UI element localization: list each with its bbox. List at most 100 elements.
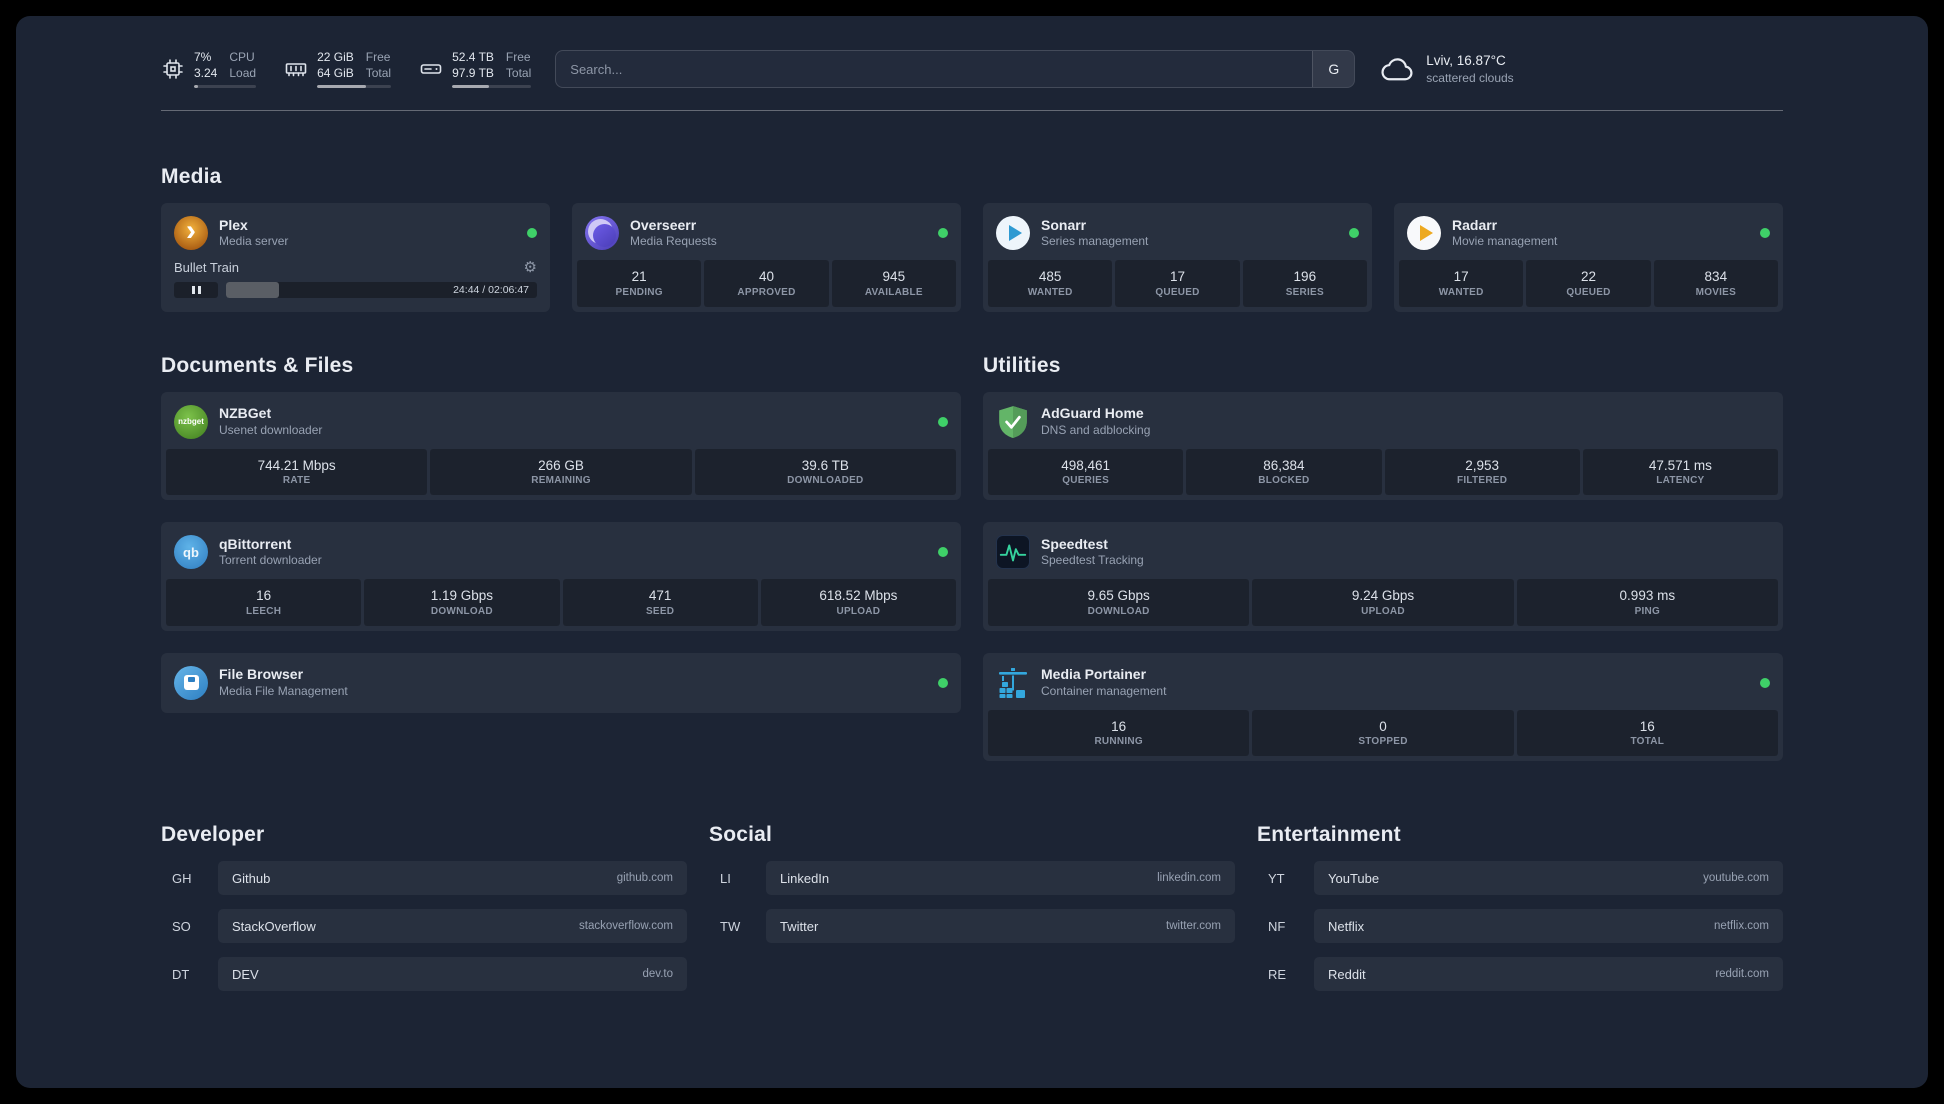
plex-icon <box>174 216 208 251</box>
bookmark-link-youtube[interactable]: YouTube youtube.com <box>1314 861 1783 896</box>
stat-tile: 744.21 Mbps RATE <box>166 448 428 496</box>
stat-tile: 22 QUEUED <box>1526 260 1651 307</box>
cpu-icon <box>161 57 185 81</box>
now-playing-title: Bullet Train <box>174 260 240 276</box>
service-description: Usenet downloader <box>219 422 323 437</box>
service-card-plex[interactable]: Plex Media server Bullet Train ⚙ <box>161 203 550 312</box>
bookmark-row: GH Github github.com <box>161 861 687 896</box>
status-dot <box>1760 228 1770 239</box>
service-card-radarr[interactable]: Radarr Movie management 17 WANTED 22 QUE… <box>1394 203 1783 312</box>
bookmark-link-stackoverflow[interactable]: StackOverflow stackoverflow.com <box>218 909 687 944</box>
cloud-icon <box>1379 54 1415 84</box>
service-card-overseerr[interactable]: Overseerr Media Requests 21 PENDING 40 A… <box>572 203 961 312</box>
bookmark-link-netflix[interactable]: Netflix netflix.com <box>1314 909 1783 944</box>
speedtest-icon <box>996 535 1030 570</box>
pause-button[interactable] <box>174 282 218 299</box>
cpu-widget: 7% 3.24 CPU Load <box>161 50 257 89</box>
weather-widget: Lviv, 16.87°C scattered clouds <box>1379 52 1514 86</box>
bookmark-url: stackoverflow.com <box>579 920 673 933</box>
search-provider-button[interactable]: G <box>1312 51 1355 88</box>
stat-tile: 16 LEECH <box>166 579 362 626</box>
cpu-progress-bar <box>194 85 257 89</box>
service-description: Media Requests <box>630 234 717 249</box>
section-title-social: Social <box>709 823 773 847</box>
radarr-icon <box>1407 216 1441 251</box>
playback-time: 24:44 / 02:06:47 <box>453 284 529 297</box>
service-card-sonarr[interactable]: Sonarr Series management 485 WANTED 17 Q… <box>983 203 1372 312</box>
stat-tile: 16 TOTAL <box>1516 709 1778 757</box>
section-utilities: Utilities AdGuard Home DNS and adblockin… <box>983 354 1783 762</box>
bookmark-link-reddit[interactable]: Reddit reddit.com <box>1314 957 1783 992</box>
bookmark-url: dev.to <box>642 968 673 981</box>
section-documents: Documents & Files NZBGet Usenet download… <box>161 354 961 713</box>
portainer-icon <box>996 666 1030 700</box>
disk-free-value: 52.4 TB <box>452 50 494 64</box>
bookmark-url: linkedin.com <box>1157 872 1221 885</box>
bookmark-link-linkedin[interactable]: LinkedIn linkedin.com <box>766 861 1235 896</box>
service-card-portainer[interactable]: Media Portainer Container management 16 … <box>983 652 1783 762</box>
bookmark-link-dev[interactable]: DEV dev.to <box>218 957 687 992</box>
stat-tile: 47.571 ms LATENCY <box>1582 448 1778 496</box>
stat-tile: 834 MOVIES <box>1653 260 1778 307</box>
service-name: Media Portainer <box>1041 666 1147 683</box>
service-card-filebrowser[interactable]: File Browser Media File Management <box>161 652 961 713</box>
bookmark-abbr: NF <box>1268 918 1286 934</box>
settings-icon[interactable]: ⚙ <box>524 260 537 275</box>
bookmark-name: LinkedIn <box>780 870 830 886</box>
stat-tile: 39.6 TB DOWNLOADED <box>694 448 956 496</box>
service-card-nzbget[interactable]: NZBGet Usenet downloader 744.21 Mbps RAT… <box>161 391 961 501</box>
sonarr-icon <box>996 216 1030 251</box>
stat-tile: 196 SERIES <box>1242 260 1367 307</box>
stat-tile: 16 RUNNING <box>988 709 1250 757</box>
bookmark-link-twitter[interactable]: Twitter twitter.com <box>766 909 1235 944</box>
service-card-speedtest[interactable]: Speedtest Speedtest Tracking 9.65 Gbps D… <box>983 522 1783 631</box>
status-dot <box>527 228 537 239</box>
section-media: Media Plex Media server Bullet Tra <box>161 165 1783 312</box>
resource-widgets: 7% 3.24 CPU Load 22 GiB 64 GiB Free Tota… <box>161 50 532 89</box>
dashboard-app: 7% 3.24 CPU Load 22 GiB 64 GiB Free Tota… <box>16 16 1928 1088</box>
bookmark-row: RE Reddit reddit.com <box>1257 957 1783 992</box>
filebrowser-icon <box>174 665 208 700</box>
weather-condition: scattered clouds <box>1426 71 1514 86</box>
overseerr-icon <box>585 216 619 251</box>
bookmark-abbr: RE <box>1268 966 1287 982</box>
search-input[interactable] <box>556 51 1313 88</box>
bookmark-url: youtube.com <box>1703 872 1769 885</box>
topbar-divider <box>161 110 1783 112</box>
bookmark-name: Netflix <box>1328 918 1365 934</box>
stat-tile: 0 STOPPED <box>1252 709 1514 757</box>
disk-free-label: Free <box>505 50 531 64</box>
service-card-adguard[interactable]: AdGuard Home DNS and adblocking 498,461 … <box>983 391 1783 501</box>
service-description: Media server <box>219 234 289 249</box>
stat-tile: 17 WANTED <box>1399 260 1524 307</box>
service-name: Sonarr <box>1041 216 1087 233</box>
qbittorrent-icon <box>174 535 208 570</box>
stat-tile: 945 AVAILABLE <box>831 260 956 307</box>
service-description: Series management <box>1041 234 1149 249</box>
service-description: Movie management <box>1452 234 1558 249</box>
bookmark-abbr: GH <box>172 870 192 886</box>
service-name: Speedtest <box>1041 535 1108 552</box>
status-dot <box>1349 228 1359 239</box>
service-card-qbittorrent[interactable]: qBittorrent Torrent downloader 16 LEECH <box>161 522 961 631</box>
stat-tile: 1.19 Gbps DOWNLOAD <box>364 579 560 626</box>
bookmark-name: Twitter <box>780 918 819 934</box>
cpu-usage-value: 7% <box>194 50 212 64</box>
playback-progress-bar[interactable]: 24:44 / 02:06:47 <box>226 282 537 299</box>
bookmark-group-entertainment: Entertainment YT YouTube youtube.com NF … <box>1257 823 1783 992</box>
disk-progress-bar <box>452 85 532 89</box>
memory-free-label: Free <box>365 50 391 64</box>
bookmark-row: TW Twitter twitter.com <box>709 909 1235 944</box>
now-playing-widget: Bullet Train ⚙ 24:44 / 02:06:47 <box>166 260 545 306</box>
status-dot <box>1760 677 1770 688</box>
service-description: Speedtest Tracking <box>1041 553 1144 568</box>
bookmark-url: github.com <box>616 872 673 885</box>
disk-icon <box>419 57 443 81</box>
bookmark-link-github[interactable]: Github github.com <box>218 861 687 896</box>
weather-location: Lviv, 16.87°C <box>1426 52 1506 68</box>
bookmark-abbr: YT <box>1268 870 1285 886</box>
section-title-developer: Developer <box>161 823 265 847</box>
bookmark-group-social: Social LI LinkedIn linkedin.com TW Twitt… <box>709 823 1235 944</box>
adguard-icon <box>996 405 1030 439</box>
service-name: Overseerr <box>630 216 697 233</box>
